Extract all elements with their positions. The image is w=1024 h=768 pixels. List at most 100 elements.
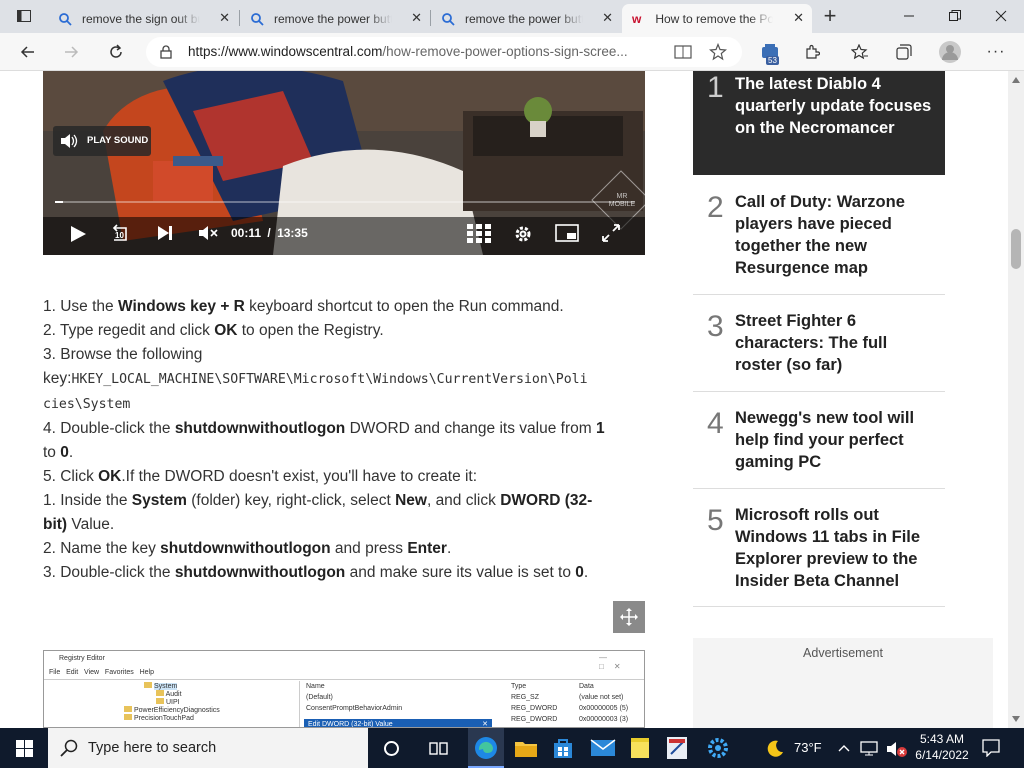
grid-icon[interactable] xyxy=(467,224,491,244)
scroll-up-icon[interactable] xyxy=(1012,77,1020,83)
tab-strip: remove the sign out bu ✕ remove the powe… xyxy=(0,0,1024,33)
browser-toolbar: https://www.windowscentral.com/how-remov… xyxy=(0,33,1024,71)
close-window-button[interactable] xyxy=(978,0,1024,32)
clock-date: 6/14/2022 xyxy=(915,748,969,762)
tab-title: How to remove the Pow xyxy=(655,11,774,26)
immersive-reader-icon[interactable] xyxy=(674,44,692,60)
new-tab-button[interactable]: + xyxy=(816,2,844,30)
web-page: PLAY SOUND MR MOBILE 10 00:11 / 13:35 1.… xyxy=(0,71,1008,728)
close-icon[interactable]: ✕ xyxy=(602,10,613,26)
back-button[interactable] xyxy=(14,38,42,66)
play-sound-label: PLAY SOUND xyxy=(87,135,149,146)
temperature: 73°F xyxy=(794,740,822,755)
tab-title: remove the power butt xyxy=(465,11,583,26)
picture-in-picture-icon[interactable] xyxy=(555,224,579,242)
fullscreen-icon[interactable] xyxy=(602,224,620,242)
favorite-star-icon[interactable] xyxy=(709,43,727,61)
regedit-screenshot: Registry Editor —□✕ File Edit View Favor… xyxy=(43,650,645,728)
cortana-icon[interactable] xyxy=(383,740,400,757)
close-icon[interactable]: ✕ xyxy=(793,10,804,26)
sticky-notes-icon[interactable] xyxy=(630,737,650,759)
trending-number: 2 xyxy=(707,191,724,224)
substep-3: 3. Double-click the shutdownwithoutlogon… xyxy=(43,564,589,581)
video-progress-fill xyxy=(55,201,64,203)
trending-number: 4 xyxy=(707,407,724,440)
tab-3[interactable]: remove the power butt ✕ xyxy=(431,4,621,33)
step-3: 3. Browse the following xyxy=(43,346,203,363)
task-view-icon[interactable] xyxy=(429,740,449,757)
close-icon[interactable]: ✕ xyxy=(219,10,230,26)
scroll-down-icon[interactable] xyxy=(1012,716,1020,722)
extension-button[interactable]: 53 xyxy=(756,38,784,66)
tab-actions-icon[interactable] xyxy=(10,2,38,30)
move-arrows-icon xyxy=(620,608,638,626)
regedit-title: Registry Editor xyxy=(59,655,105,662)
file-explorer-icon[interactable] xyxy=(514,738,538,758)
network-icon[interactable] xyxy=(860,740,878,756)
mail-icon[interactable] xyxy=(590,739,616,757)
step-4: 4. Double-click the shutdownwithoutlogon… xyxy=(43,420,605,437)
trending-title[interactable]: The latest Diablo 4 quarterly update foc… xyxy=(735,73,935,139)
forward-button[interactable] xyxy=(57,38,85,66)
collections-icon[interactable] xyxy=(890,38,918,66)
substep-2: 2. Name the key shutdownwithoutlogon and… xyxy=(43,540,452,557)
registry-key-path-cont: cies\System xyxy=(43,397,131,412)
featured-trending-box[interactable]: 1 The latest Diablo 4 quarterly update f… xyxy=(693,71,945,175)
advertisement-box: Advertisement xyxy=(693,638,993,728)
trending-title[interactable]: Call of Duty: Warzone players have piece… xyxy=(735,191,933,279)
snipping-tool-icon[interactable] xyxy=(666,736,688,760)
weather-widget[interactable]: 73°F xyxy=(756,728,848,768)
video-progress-track[interactable] xyxy=(55,201,635,203)
rewind-10-button[interactable]: 10 xyxy=(110,223,132,245)
gear-icon[interactable] xyxy=(513,224,533,244)
substep-1: 1. Inside the System (folder) key, right… xyxy=(43,492,593,509)
mute-icon[interactable] xyxy=(198,224,220,242)
refresh-button[interactable] xyxy=(102,38,130,66)
taskbar-edge-button[interactable] xyxy=(468,728,504,768)
expand-image-button[interactable] xyxy=(613,601,645,633)
tab-2[interactable]: remove the power butt ✕ xyxy=(240,4,430,33)
minimize-button[interactable] xyxy=(886,0,932,32)
scrollbar-thumb[interactable] xyxy=(1011,229,1021,269)
trending-title[interactable]: Newegg's new tool will help find your pe… xyxy=(735,407,933,473)
taskbar-search-box[interactable]: Type here to search xyxy=(48,728,368,768)
favorites-icon[interactable] xyxy=(846,38,874,66)
address-bar[interactable]: https://www.windowscentral.com/how-remov… xyxy=(146,37,742,67)
trending-title[interactable]: Street Fighter 6 characters: The full ro… xyxy=(735,310,933,376)
tab-1[interactable]: remove the sign out bu ✕ xyxy=(48,4,238,33)
play-icon[interactable] xyxy=(68,224,88,244)
restore-button[interactable] xyxy=(932,0,978,32)
play-sound-button[interactable]: PLAY SOUND xyxy=(53,126,151,156)
video-player[interactable]: PLAY SOUND MR MOBILE 10 00:11 / 13:35 xyxy=(43,71,645,255)
clock[interactable]: 5:43 AM 6/14/2022 xyxy=(912,731,972,765)
advertisement-label: Advertisement xyxy=(803,646,883,660)
start-button[interactable] xyxy=(0,728,48,768)
step-1: 1. Use the Windows key + R keyboard shor… xyxy=(43,298,564,315)
speaker-icon xyxy=(61,134,78,148)
tab-4-active[interactable]: w How to remove the Pow ✕ xyxy=(622,4,812,33)
moon-icon xyxy=(767,740,783,757)
extensions-puzzle-icon[interactable] xyxy=(798,38,826,66)
gear-app-icon[interactable] xyxy=(706,736,730,760)
rewind-seconds: 10 xyxy=(115,231,124,240)
volume-muted-icon[interactable] xyxy=(886,740,908,758)
time-total: 13:35 xyxy=(277,226,308,240)
close-icon[interactable]: ✕ xyxy=(411,10,422,26)
chevron-up-icon[interactable] xyxy=(838,743,850,753)
regedit-menu: File Edit View Favorites Help xyxy=(49,669,154,676)
search-icon xyxy=(251,12,264,26)
search-icon xyxy=(59,12,72,26)
notification-icon[interactable] xyxy=(982,739,1000,757)
more-menu-icon[interactable]: ··· xyxy=(982,38,1010,66)
step-5: 5. Click OK.If the DWORD doesn't exist, … xyxy=(43,468,478,485)
video-time: 00:11 / 13:35 xyxy=(231,226,308,240)
page-scrollbar[interactable] xyxy=(1008,71,1024,728)
profile-avatar[interactable] xyxy=(936,38,964,66)
step-2: 2. Type regedit and click OK to open the… xyxy=(43,322,384,339)
store-icon[interactable] xyxy=(552,737,574,759)
step-4-cont: to 0. xyxy=(43,444,74,461)
trending-title[interactable]: Microsoft rolls out Windows 11 tabs in F… xyxy=(735,504,933,592)
trending-number: 3 xyxy=(707,310,724,343)
next-icon[interactable] xyxy=(156,224,174,242)
url-text[interactable]: https://www.windowscentral.com/how-remov… xyxy=(188,44,628,59)
